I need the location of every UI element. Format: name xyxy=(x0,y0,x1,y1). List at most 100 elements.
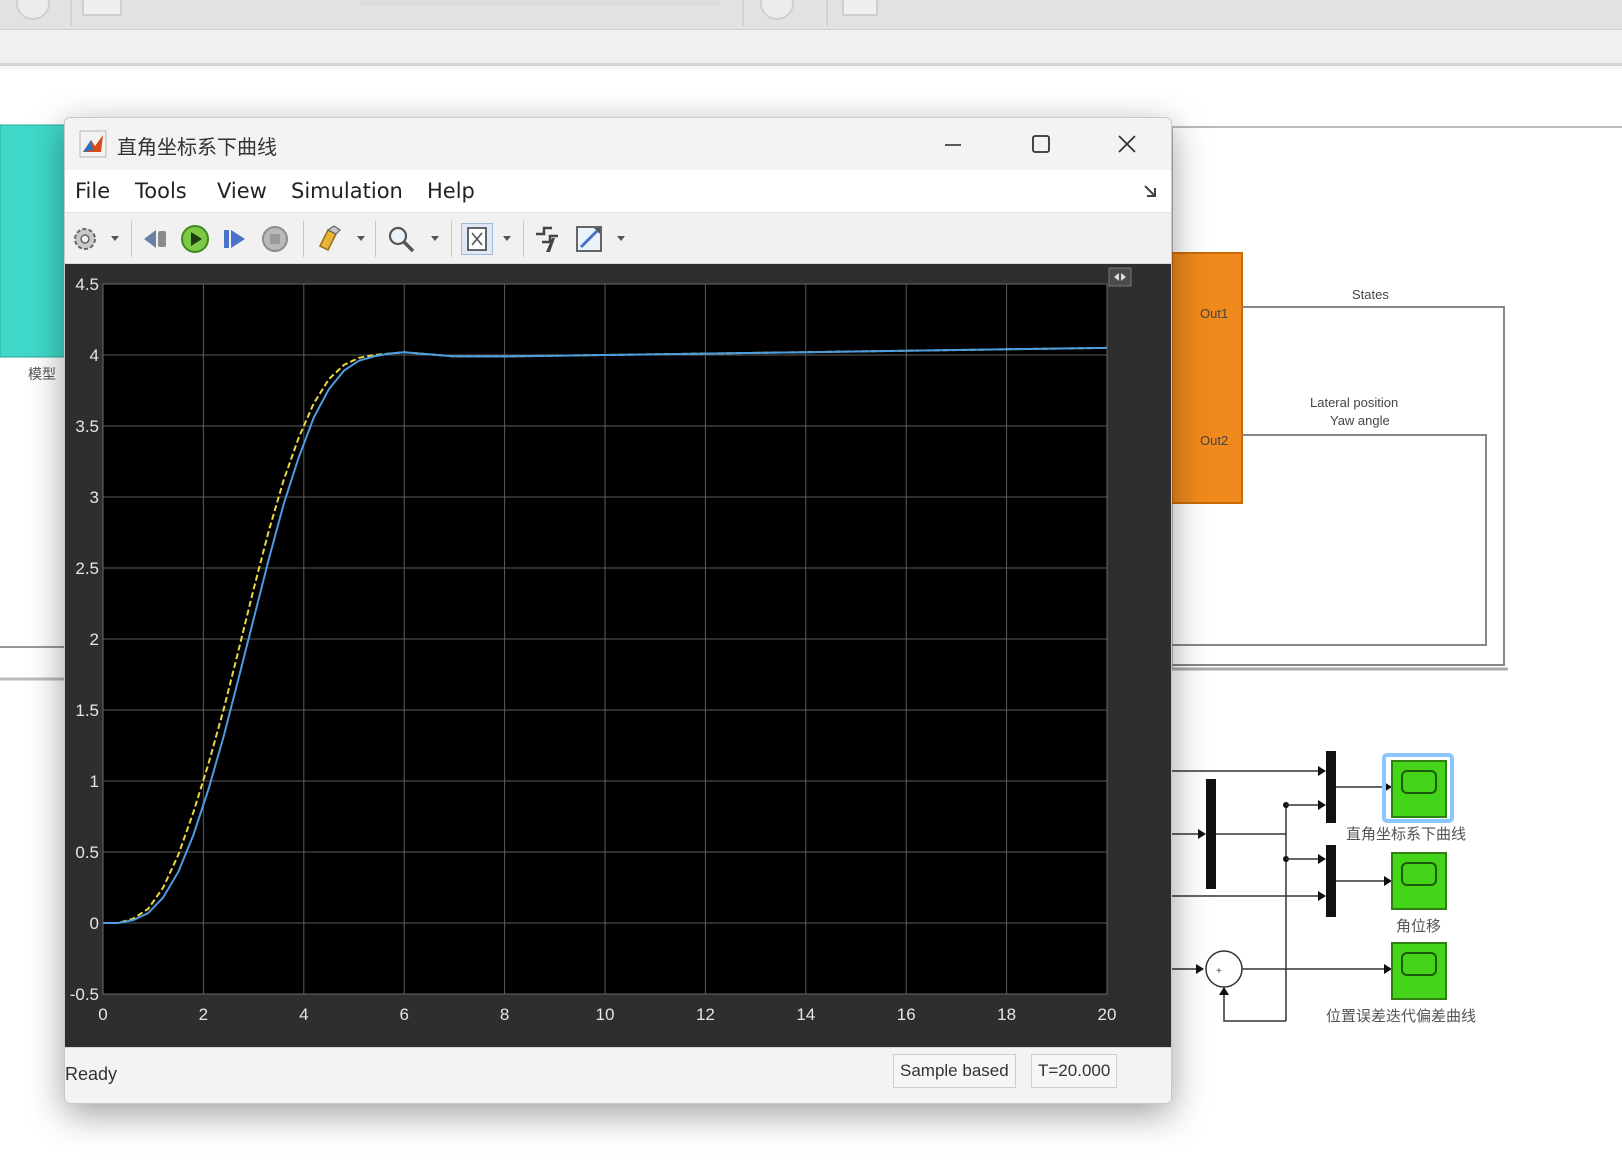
toolstrip-button[interactable] xyxy=(760,0,794,20)
y-tick-label: 3 xyxy=(90,488,99,507)
plot-area[interactable]: 0 2 4 6 8 10 12 14 16 18 20 -0.5 0 0.5 1 1.5 2 2.5 3 3.5 4 4.… xyxy=(65,264,1171,1047)
x-tick-label: 2 xyxy=(199,1005,208,1024)
subsystem-block[interactable] xyxy=(1171,252,1243,504)
close-button[interactable] xyxy=(1107,126,1147,162)
y-tick-label: 3.5 xyxy=(75,417,99,436)
x-tick-label: 4 xyxy=(299,1005,308,1024)
y-tick-label: 2.5 xyxy=(75,559,99,578)
simulation-time: T=20.000 xyxy=(1031,1054,1118,1088)
sum-block[interactable] xyxy=(1205,950,1243,988)
x-tick-label: 14 xyxy=(796,1005,815,1024)
chevron-down-icon xyxy=(111,236,119,241)
divider xyxy=(826,0,828,26)
y-tick-label: -0.5 xyxy=(70,985,99,1004)
measure-icon xyxy=(576,226,602,252)
scope-window[interactable]: 直角坐标系下曲线 File Tools View Simulation Help xyxy=(64,117,1172,1104)
y-tick-label: 1.5 xyxy=(75,701,99,720)
highlight-button[interactable] xyxy=(313,223,345,255)
zoom-icon xyxy=(388,226,415,253)
scope-error-label: 位置误差迭代偏差曲线 xyxy=(1326,1007,1476,1025)
x-tick-label: 8 xyxy=(500,1005,509,1024)
out2-label: Out2 xyxy=(1200,433,1228,448)
status-bar: Ready Sample based T=20.000 xyxy=(65,1047,1171,1103)
maximize-button[interactable] xyxy=(1021,126,1061,162)
x-tick-label: 16 xyxy=(897,1005,916,1024)
stop-icon xyxy=(262,226,288,252)
menu-view[interactable]: View xyxy=(217,179,267,203)
trigger-button[interactable] xyxy=(531,223,563,255)
x-tick-label: 6 xyxy=(399,1005,408,1024)
divider xyxy=(523,221,524,257)
toolstrip-button[interactable] xyxy=(82,0,122,16)
divider xyxy=(742,0,744,26)
mux-block[interactable] xyxy=(1326,845,1336,917)
run-button[interactable] xyxy=(179,223,211,255)
left-block[interactable] xyxy=(0,124,67,358)
settings-dropdown[interactable] xyxy=(109,227,121,251)
run-icon xyxy=(181,225,209,253)
divider xyxy=(131,221,132,257)
states-label: States xyxy=(1352,287,1389,302)
menu-help[interactable]: Help xyxy=(427,179,475,203)
step-forward-icon xyxy=(224,230,245,248)
divider xyxy=(375,221,376,257)
menu-bar: File Tools View Simulation Help xyxy=(65,170,1171,212)
left-block-label: 模型 xyxy=(28,367,56,383)
title-bar[interactable]: 直角坐标系下曲线 xyxy=(65,118,1171,170)
status-text: Ready xyxy=(65,1064,118,1084)
highlight-dropdown[interactable] xyxy=(355,227,367,251)
scope-toolbar xyxy=(65,212,1171,264)
editor-address-strip xyxy=(0,30,1622,66)
menu-simulation[interactable]: Simulation xyxy=(291,179,403,203)
editor-toolstrip xyxy=(0,0,1622,30)
highlight-icon xyxy=(318,225,341,252)
fit-axes-dropdown[interactable] xyxy=(501,227,513,251)
mux-block[interactable] xyxy=(1326,751,1336,823)
chevron-down-icon xyxy=(431,236,439,241)
step-back-button[interactable] xyxy=(139,223,171,255)
panel-toggle-button[interactable] xyxy=(1108,267,1132,287)
toolstrip-field[interactable] xyxy=(360,0,720,6)
y-tick-label: 0 xyxy=(90,914,99,933)
minimize-icon xyxy=(945,144,961,146)
zoom-button[interactable] xyxy=(385,223,417,255)
y-tick-label: 1 xyxy=(90,772,99,791)
scope-angle-label: 角位移 xyxy=(1396,917,1441,935)
x-tick-label: 10 xyxy=(596,1005,615,1024)
yaw-angle-label: Yaw angle xyxy=(1330,413,1390,428)
undock-icon[interactable] xyxy=(1143,184,1157,198)
step-back-icon xyxy=(144,230,166,248)
mux-block[interactable] xyxy=(1206,779,1216,889)
trigger-icon xyxy=(536,226,558,252)
chevron-down-icon xyxy=(617,236,625,241)
x-tick-label: 20 xyxy=(1098,1005,1117,1024)
menu-file[interactable]: File xyxy=(75,179,110,203)
measure-button[interactable] xyxy=(573,223,605,255)
x-tick-label: 18 xyxy=(997,1005,1016,1024)
menu-tools[interactable]: Tools xyxy=(135,179,187,203)
toolstrip-button[interactable] xyxy=(842,0,878,16)
divider xyxy=(451,221,452,257)
divider xyxy=(70,0,72,26)
scope-xy-label: 直角坐标系下曲线 xyxy=(1346,825,1466,843)
out1-label: Out1 xyxy=(1200,306,1228,321)
measure-dropdown[interactable] xyxy=(615,227,627,251)
stop-button[interactable] xyxy=(259,223,291,255)
matlab-icon xyxy=(79,130,107,158)
sample-mode-indicator: Sample based xyxy=(893,1054,1016,1088)
zoom-dropdown[interactable] xyxy=(429,227,441,251)
y-tick-label: 4 xyxy=(90,346,99,365)
y-tick-label: 2 xyxy=(90,630,99,649)
fit-axes-icon xyxy=(467,227,487,251)
svg-text:+: + xyxy=(1216,966,1222,977)
minimize-button[interactable] xyxy=(933,126,973,162)
toolstrip-button[interactable] xyxy=(16,0,50,20)
settings-button[interactable] xyxy=(69,223,101,255)
chevron-down-icon xyxy=(357,236,365,241)
line-chart[interactable]: 0 2 4 6 8 10 12 14 16 18 20-0.500.511.522.533.544.… xyxy=(65,264,1171,1047)
y-tick-label: 0.5 xyxy=(75,843,99,862)
fit-axes-button[interactable] xyxy=(461,223,493,255)
step-forward-button[interactable] xyxy=(219,223,251,255)
y-tick-label: 4.5 xyxy=(75,275,99,294)
gear-icon xyxy=(74,228,96,250)
